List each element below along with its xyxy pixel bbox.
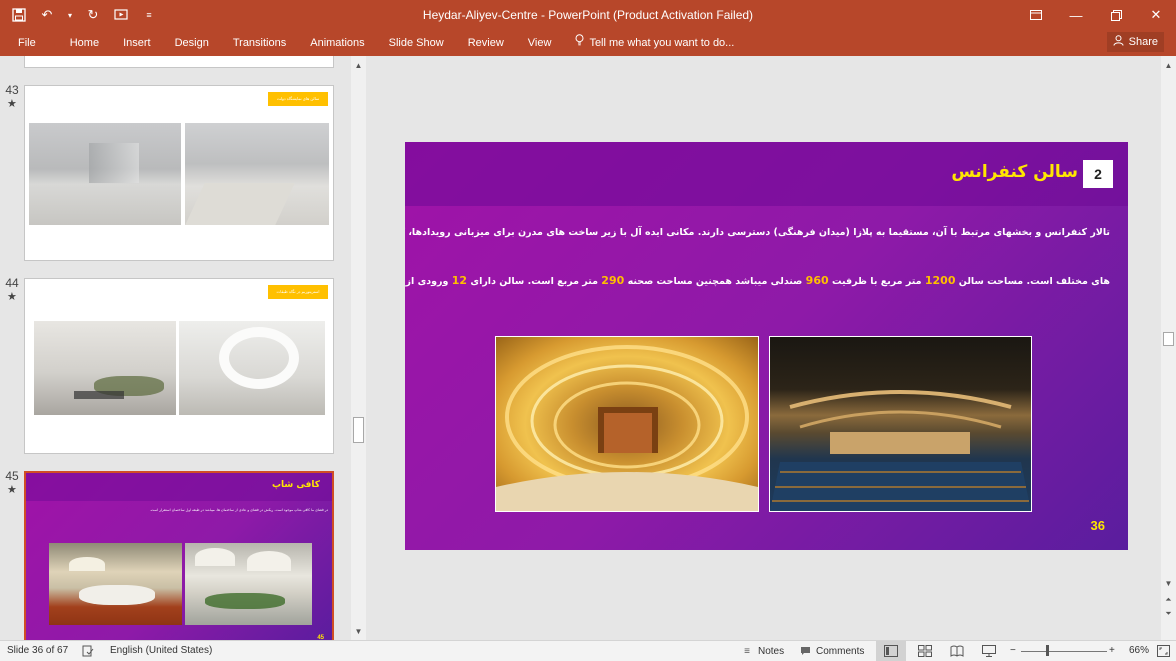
- spell-check-icon[interactable]: [82, 645, 94, 657]
- body-text: های مختلف است. مساحت سالن: [958, 276, 1110, 287]
- tab-animations[interactable]: Animations: [298, 34, 376, 52]
- window-controls: — ✕: [1016, 0, 1176, 30]
- comments-button[interactable]: Comments: [798, 645, 864, 657]
- slide-show-icon[interactable]: [982, 645, 996, 657]
- current-slide[interactable]: سالن کنفرانس 2 تالار کنفرانس و بخشهای مر…: [405, 142, 1128, 550]
- slide-info[interactable]: Slide 36 of 67: [7, 645, 68, 656]
- slide-body-line-2[interactable]: های مختلف است. مساحت سالن 1200 متر مربع …: [405, 274, 1110, 287]
- thumbnail-slide-45[interactable]: کافی شاپ در فضای ما کافی شاپ موجود است. …: [24, 471, 334, 640]
- highlight-value: 960: [805, 274, 829, 287]
- minimize-icon[interactable]: —: [1056, 0, 1096, 30]
- title-bar: ↶ ▾ ↻ ≡ Heydar-Aliyev-Centre - PowerPoin…: [0, 0, 1176, 30]
- window-title: Heydar-Aliyev-Centre - PowerPoint (Produ…: [422, 8, 754, 22]
- tell-me-text: Tell me what you want to do...: [589, 37, 735, 49]
- thumbnail-tag: استریتوریم در نگاه طبقات: [268, 285, 328, 299]
- tell-me-search[interactable]: Tell me what you want to do...: [563, 34, 746, 52]
- slide-number: 45: [5, 469, 19, 483]
- slide-thumbnails-pane: 43 ★ سالن های نمایشگاه دولت 44 ★ استریتو…: [0, 56, 350, 640]
- reading-view-icon[interactable]: [950, 645, 964, 657]
- status-bar: Slide 36 of 67 English (United States) ≡…: [0, 640, 1176, 661]
- notes-label: Notes: [758, 645, 785, 657]
- scroll-up-arrow-icon[interactable]: ▲: [352, 59, 365, 72]
- slide-editing-area: سالن کنفرانس 2 تالار کنفرانس و بخشهای مر…: [370, 56, 1160, 640]
- scroll-down-arrow-icon[interactable]: ▼: [1162, 577, 1175, 590]
- thumbnail-tag: سالن های نمایشگاه دولت: [268, 92, 328, 106]
- zoom-out-icon[interactable]: −: [1010, 645, 1016, 656]
- thumbnail-photo: [179, 321, 325, 415]
- highlight-value: 1200: [924, 274, 956, 287]
- comments-label: Comments: [816, 645, 865, 657]
- body-text: صندلی میباشد همچنین مساحت صحنه: [627, 276, 803, 287]
- zoom-level[interactable]: 66%: [1129, 645, 1149, 656]
- share-label: Share: [1128, 36, 1158, 48]
- ribbon: File Home Insert Design Transitions Anim…: [0, 30, 1176, 56]
- tab-transitions[interactable]: Transitions: [221, 34, 298, 52]
- slide-title[interactable]: سالن کنفرانس: [951, 162, 1078, 182]
- thumbnail-photo: [185, 123, 329, 225]
- slide-number: 44: [5, 276, 19, 290]
- share-button[interactable]: Share: [1106, 32, 1164, 52]
- slide-body-line-1[interactable]: تالار کنفرانس و بخشهای مرتبط با آن، مستق…: [405, 227, 1110, 238]
- slide-page-number: 36: [1090, 518, 1105, 533]
- normal-view-icon[interactable]: [876, 641, 906, 661]
- animation-star-icon: ★: [7, 484, 17, 496]
- editor-scrollbar[interactable]: ▲ ▼ ⏶ ⏷: [1161, 56, 1176, 640]
- zoom-in-icon[interactable]: +: [1109, 645, 1115, 656]
- scrollbar-thumb[interactable]: [1163, 332, 1174, 346]
- tab-home[interactable]: Home: [58, 34, 111, 52]
- language-indicator[interactable]: English (United States): [110, 645, 212, 656]
- notes-icon: ≡: [744, 645, 750, 657]
- thumbnail-photo: [34, 321, 176, 415]
- body-text: ورودی از طبقات مختلف میباشد.: [405, 276, 449, 287]
- thumbnail-slide-43[interactable]: سالن های نمایشگاه دولت: [24, 85, 334, 261]
- body-text: متر مربع است. سالن دارای: [470, 276, 598, 287]
- scrollbar-thumb[interactable]: [353, 417, 364, 443]
- comment-icon: [798, 645, 812, 657]
- thumbnails-scrollbar[interactable]: ▲ ▼: [351, 56, 366, 640]
- tab-file[interactable]: File: [0, 34, 58, 52]
- tab-slide-show[interactable]: Slide Show: [377, 34, 456, 52]
- fit-slide-icon[interactable]: [1157, 645, 1170, 657]
- scroll-down-arrow-icon[interactable]: ▼: [352, 625, 365, 638]
- previous-slide-icon[interactable]: ⏶: [1162, 593, 1175, 606]
- animation-star-icon: ★: [7, 291, 17, 303]
- thumbnail-photo: [29, 123, 181, 225]
- lightbulb-icon: [575, 34, 584, 52]
- powerpoint-window: ↶ ▾ ↻ ≡ Heydar-Aliyev-Centre - PowerPoin…: [0, 0, 1176, 661]
- body-text: متر مربع با ظرفیت: [831, 276, 922, 287]
- close-icon[interactable]: ✕: [1136, 0, 1176, 30]
- animation-star-icon: ★: [7, 98, 17, 110]
- auditorium-photo-1[interactable]: [495, 336, 759, 512]
- slide-number: 43: [5, 83, 19, 97]
- next-slide-icon[interactable]: ⏷: [1162, 607, 1175, 620]
- tab-review[interactable]: Review: [456, 34, 516, 52]
- ribbon-display-options-icon[interactable]: [1016, 0, 1056, 30]
- auditorium-photo-2[interactable]: [769, 336, 1032, 512]
- tab-design[interactable]: Design: [163, 34, 221, 52]
- tab-view[interactable]: View: [516, 34, 564, 52]
- thumbnail-slide-44[interactable]: استریتوریم در نگاه طبقات: [24, 278, 334, 454]
- slide-sorter-icon[interactable]: [918, 645, 932, 657]
- highlight-value: 290: [601, 274, 625, 287]
- notes-button[interactable]: ≡ Notes: [740, 645, 784, 657]
- person-icon: [1113, 35, 1124, 49]
- section-number-box[interactable]: 2: [1083, 160, 1113, 188]
- thumbnail-previous-slide[interactable]: [24, 56, 334, 68]
- thumbnail-text: در فضای ما کافی شاپ موجود است. ریکش در ف…: [149, 508, 328, 512]
- tab-insert[interactable]: Insert: [111, 34, 163, 52]
- zoom-slider-thumb[interactable]: [1046, 645, 1049, 656]
- highlight-value: 12: [451, 274, 468, 287]
- thumbnail-photo: [49, 543, 182, 625]
- thumbnail-title: کافی شاپ: [271, 480, 320, 490]
- zoom-slider[interactable]: [1021, 651, 1107, 652]
- scroll-up-arrow-icon[interactable]: ▲: [1162, 59, 1175, 72]
- ribbon-tabs: File Home Insert Design Transitions Anim…: [0, 34, 746, 52]
- restore-icon[interactable]: [1096, 0, 1136, 30]
- thumbnail-photo: [185, 543, 312, 625]
